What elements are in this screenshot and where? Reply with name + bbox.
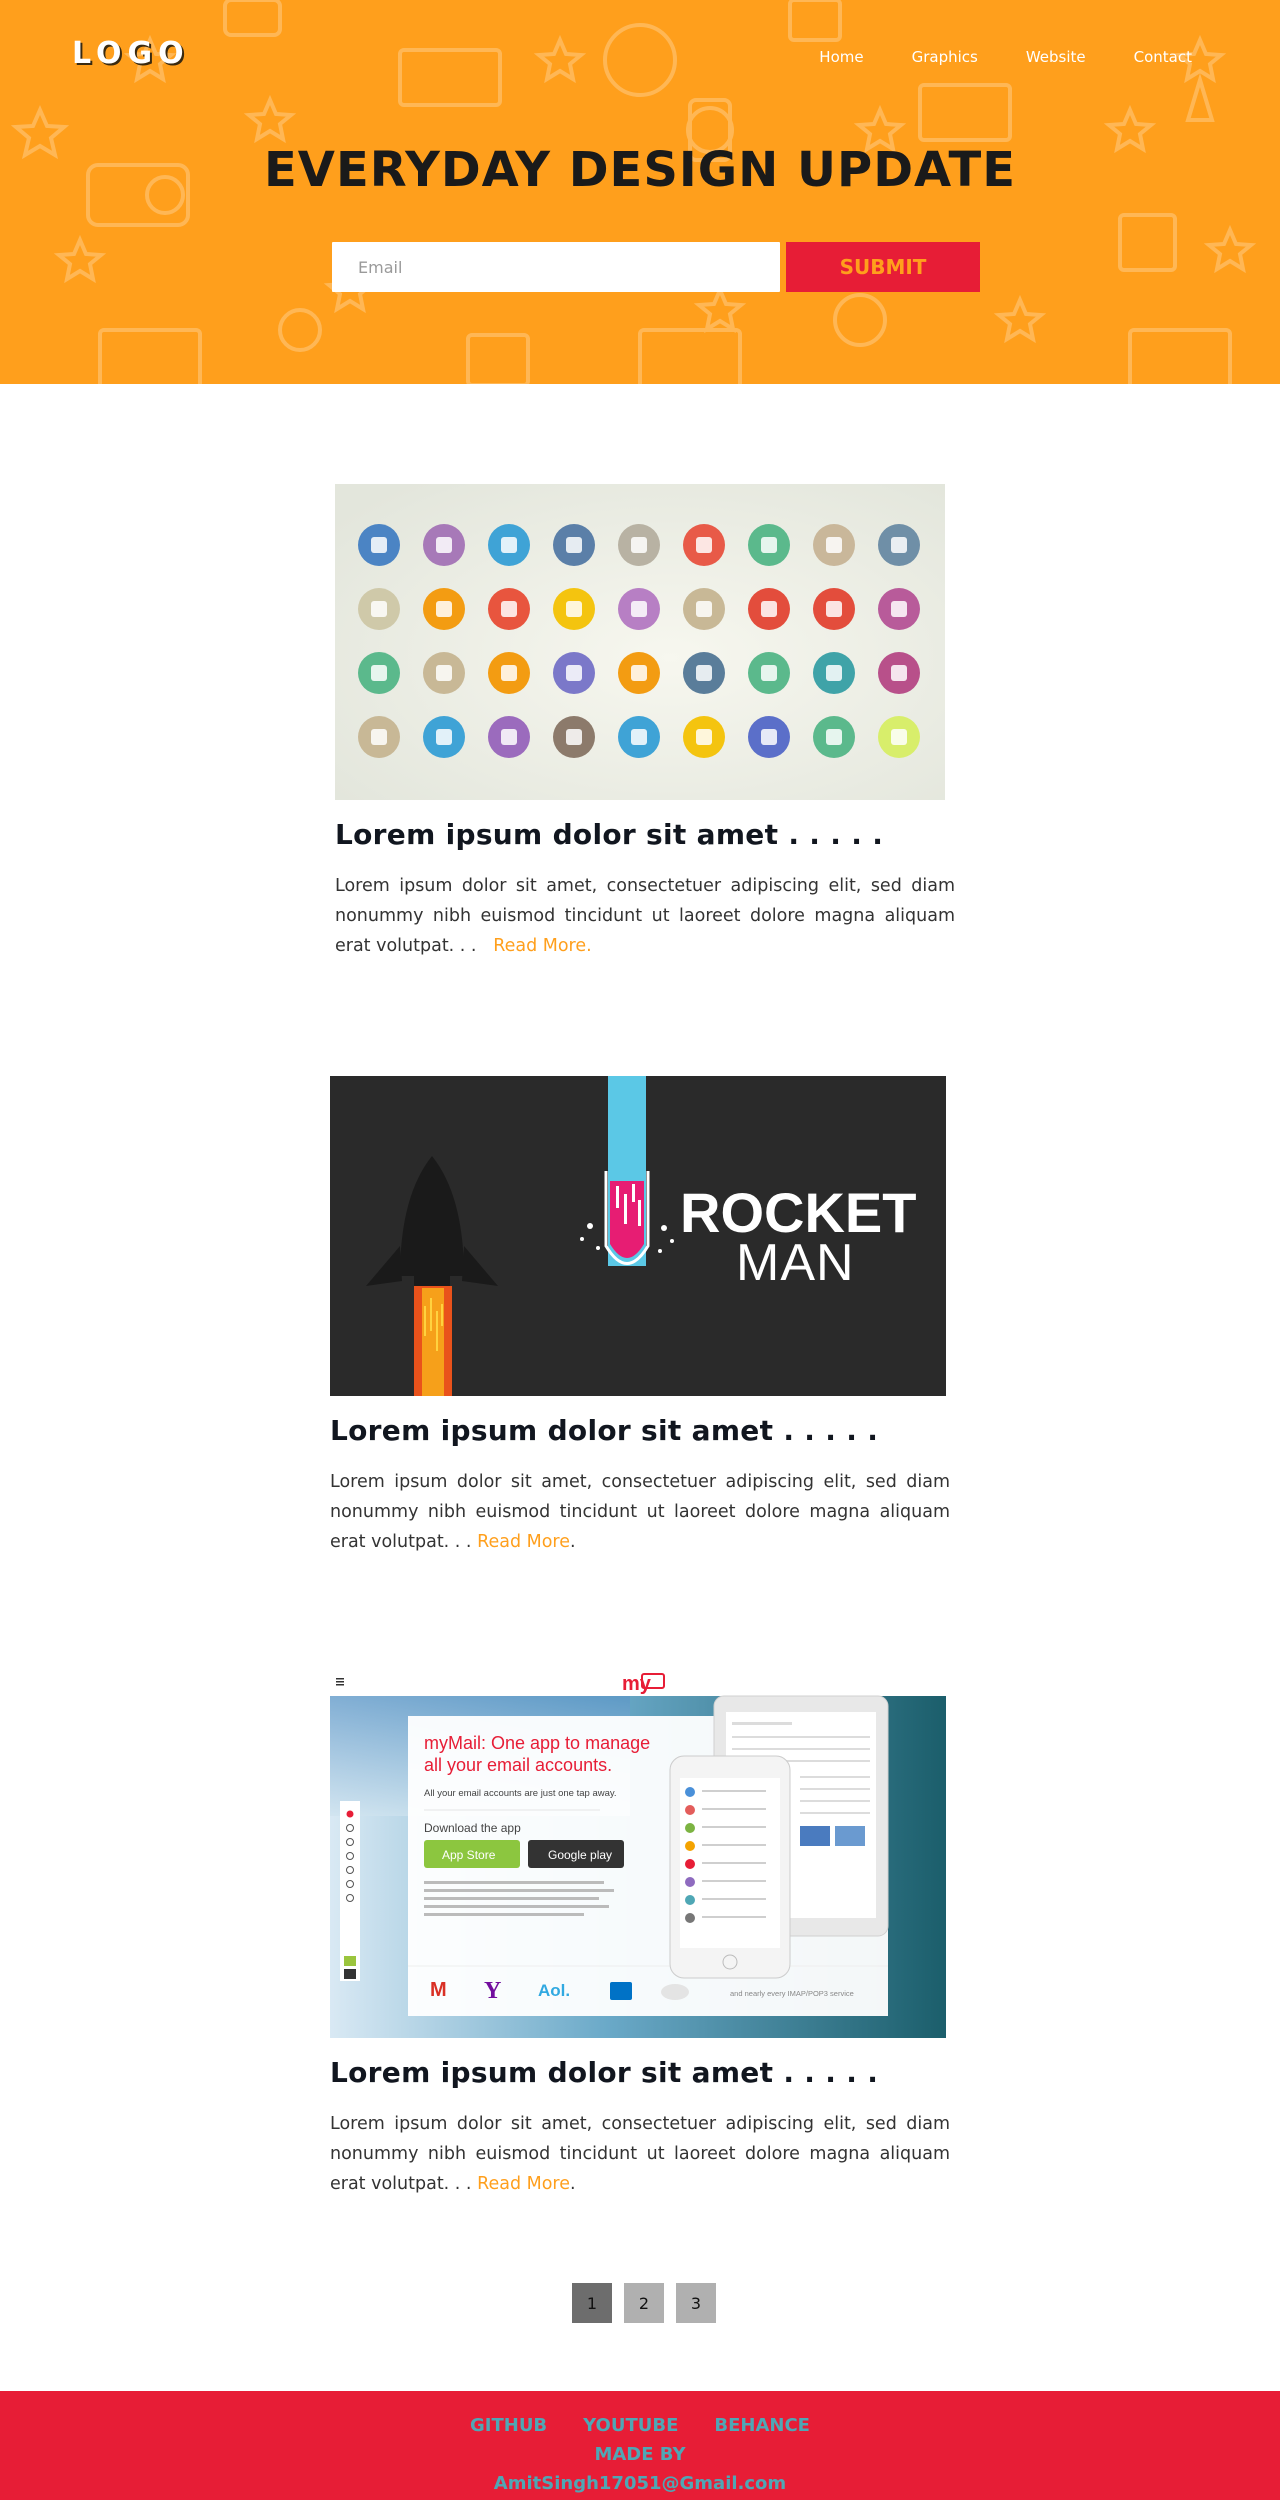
flat-icon-glyph xyxy=(436,665,452,681)
youtube-link[interactable]: YOUTUBE xyxy=(583,2415,678,2436)
flat-icon-glyph xyxy=(696,537,712,553)
flat-icon-glyph xyxy=(501,665,517,681)
flat-icon-glyph xyxy=(566,601,582,617)
cloud-icon xyxy=(661,1984,689,2000)
flat-icon-glyph xyxy=(566,729,582,745)
page-button-2[interactable]: 2 xyxy=(624,2283,664,2323)
flat-icon-glyph xyxy=(631,665,647,681)
post-image-rocket[interactable]: ROCKET MAN xyxy=(330,1076,946,1396)
made-by-label: MADE BY xyxy=(594,2444,686,2465)
appstore-badge-label: App Store xyxy=(442,1848,496,1862)
post-image-icons[interactable] xyxy=(335,484,945,800)
main-nav: Home Graphics Website Contact xyxy=(795,48,1216,66)
flat-icon-glyph xyxy=(371,729,387,745)
read-more-link[interactable]: Read More. xyxy=(493,936,591,956)
flat-icon-glyph xyxy=(501,729,517,745)
flat-icon-glyph xyxy=(826,729,842,745)
gmail-icon: M xyxy=(430,1979,447,2001)
post-title[interactable]: Lorem ipsum dolor sit amet . . . . . xyxy=(330,2056,950,2089)
post-card: Lorem ipsum dolor sit amet . . . . . Lor… xyxy=(335,484,955,961)
flat-icon-glyph xyxy=(566,537,582,553)
nav-website[interactable]: Website xyxy=(1002,48,1110,66)
flat-icon-glyph xyxy=(696,729,712,745)
author-email-link[interactable]: AmitSingh17051@Gmail.com xyxy=(494,2473,786,2494)
outlook-icon xyxy=(610,1982,632,2000)
man-title-text: MAN xyxy=(736,1234,855,1292)
site-footer: GITHUB YOUTUBE BEHANCE MADE BY AmitSingh… xyxy=(0,2391,1280,2500)
aol-logo: Aol. xyxy=(538,1981,570,2000)
mymail-headline-1: myMail: One app to manage xyxy=(424,1733,650,1753)
googleplay-badge-label: Google play xyxy=(548,1848,612,1862)
flat-icon-glyph xyxy=(631,601,647,617)
read-more-link[interactable]: Read More xyxy=(477,1532,570,1552)
rocket-man-illustration: ROCKET MAN xyxy=(330,1076,946,1396)
flat-icon-glyph xyxy=(371,537,387,553)
post-title[interactable]: Lorem ipsum dolor sit amet . . . . . xyxy=(330,1414,950,1447)
footer-links: GITHUB YOUTUBE BEHANCE xyxy=(0,2415,1280,2436)
hero-header: LOGO Home Graphics Website Contact EVERY… xyxy=(0,0,1280,384)
submit-button[interactable]: SUBMIT xyxy=(786,242,980,292)
behance-link[interactable]: BEHANCE xyxy=(714,2415,810,2436)
flat-icon-glyph xyxy=(891,537,907,553)
signup-form: SUBMIT xyxy=(332,242,980,292)
flat-icon-glyph xyxy=(891,729,907,745)
site-logo[interactable]: LOGO xyxy=(72,36,190,71)
read-more-link[interactable]: Read More xyxy=(477,2174,570,2194)
flat-icon-glyph xyxy=(696,665,712,681)
flat-icon-glyph xyxy=(891,601,907,617)
flat-icon-glyph xyxy=(891,665,907,681)
post-card: ROCKET MAN Lorem ipsum dolor sit amet . … xyxy=(330,1076,950,1557)
flat-icon-glyph xyxy=(566,665,582,681)
mymail-logo: my xyxy=(622,1673,652,1695)
post-excerpt: Lorem ipsum dolor sit amet, consectetuer… xyxy=(330,1472,950,1552)
flat-icons-illustration xyxy=(335,484,945,800)
mymail-screenshot: my myMail: One app to manage all your em… xyxy=(330,1666,946,2038)
flat-icon-glyph xyxy=(826,601,842,617)
flat-icon-glyph xyxy=(696,601,712,617)
pagination: 1 2 3 xyxy=(572,2283,716,2323)
flat-icon-glyph xyxy=(761,729,777,745)
more-services-text: and nearly every IMAP/POP3 service xyxy=(730,1989,854,1998)
flat-icon-glyph xyxy=(371,601,387,617)
page-button-1[interactable]: 1 xyxy=(572,2283,612,2323)
flat-icon-glyph xyxy=(501,537,517,553)
flat-icon-glyph xyxy=(501,601,517,617)
mymail-headline-2: all your email accounts. xyxy=(424,1755,612,1775)
post-excerpt-text: Lorem ipsum dolor sit amet, consectetuer… xyxy=(335,876,955,956)
flat-icon-glyph xyxy=(436,729,452,745)
post-excerpt: Lorem ipsum dolor sit amet, consectetuer… xyxy=(335,871,955,961)
mymail-subline: All your email accounts are just one tap… xyxy=(424,1788,617,1799)
page-title: EVERYDAY DESIGN UPDATE xyxy=(264,142,1016,198)
yahoo-icon: Y xyxy=(484,1978,501,2004)
flat-icon-glyph xyxy=(436,601,452,617)
flat-icon-glyph xyxy=(761,537,777,553)
flat-icon-glyph xyxy=(761,601,777,617)
post-excerpt-text: Lorem ipsum dolor sit amet, consectetuer… xyxy=(330,2114,950,2194)
download-label: Download the app xyxy=(424,1821,521,1835)
post-image-mymail[interactable]: my myMail: One app to manage all your em… xyxy=(330,1666,946,2038)
post-excerpt-text: Lorem ipsum dolor sit amet, consectetuer… xyxy=(330,1472,950,1552)
post-card: my myMail: One app to manage all your em… xyxy=(330,1666,950,2199)
nav-home[interactable]: Home xyxy=(795,48,887,66)
flat-icon-glyph xyxy=(371,665,387,681)
flat-icon-glyph xyxy=(631,537,647,553)
nav-contact[interactable]: Contact xyxy=(1110,48,1216,66)
github-link[interactable]: GITHUB xyxy=(470,2415,547,2436)
flat-icon-glyph xyxy=(826,665,842,681)
flat-icon-glyph xyxy=(761,665,777,681)
page-button-3[interactable]: 3 xyxy=(676,2283,716,2323)
flat-icon-glyph xyxy=(826,537,842,553)
post-title[interactable]: Lorem ipsum dolor sit amet . . . . . xyxy=(335,818,955,851)
post-excerpt: Lorem ipsum dolor sit amet, consectetuer… xyxy=(330,2114,950,2194)
nav-graphics[interactable]: Graphics xyxy=(888,48,1002,66)
flat-icon-glyph xyxy=(631,729,647,745)
email-field[interactable] xyxy=(332,242,780,292)
flat-icon-glyph xyxy=(436,537,452,553)
